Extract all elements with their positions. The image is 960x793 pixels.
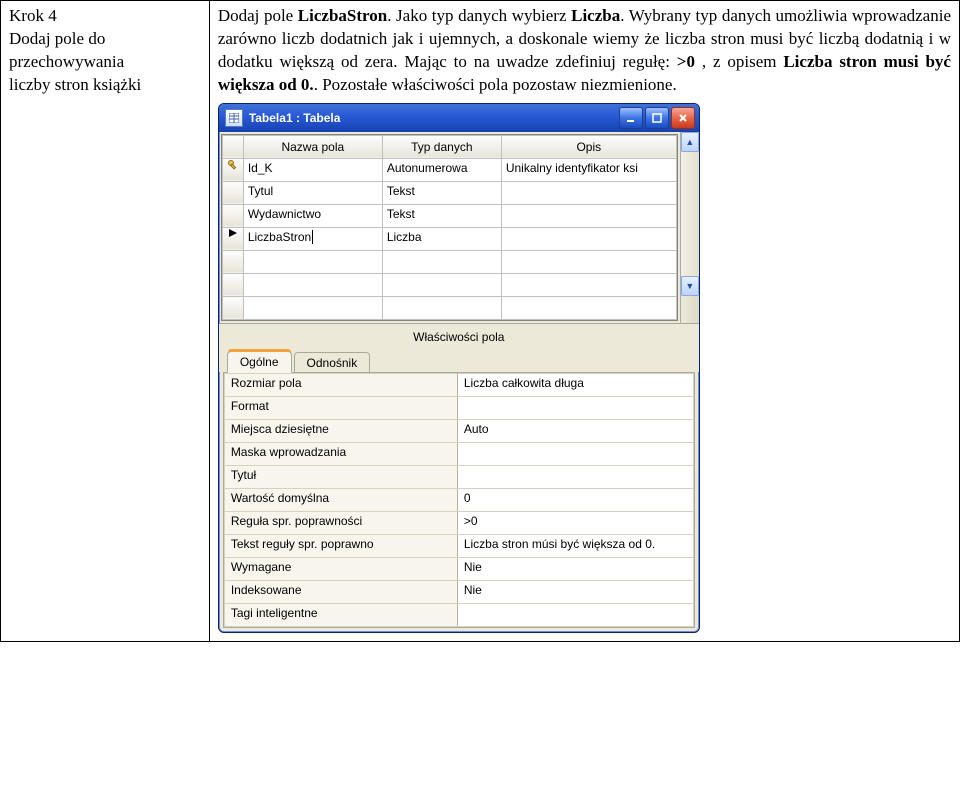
- window-title: Tabela1 : Tabela: [249, 111, 619, 125]
- instruction-paragraph: Dodaj pole LiczbaStron. Jako typ danych …: [218, 5, 951, 97]
- field-name-cell[interactable]: Wydawnictwo: [243, 204, 382, 227]
- field-type-cell[interactable]: Liczba: [382, 227, 501, 250]
- row-selector[interactable]: [222, 273, 243, 296]
- field-name-cell[interactable]: [243, 250, 382, 273]
- row-selector[interactable]: [222, 204, 243, 227]
- field-design-grid[interactable]: Nazwa pola Typ danych Opis Id_KAutonumer…: [222, 135, 677, 320]
- field-type-cell[interactable]: Tekst: [382, 181, 501, 204]
- property-label: Indeksowane: [224, 580, 457, 603]
- property-label: Tekst reguły spr. poprawno: [224, 534, 457, 557]
- step-line-2: Dodaj pole do: [9, 28, 201, 51]
- field-desc-cell[interactable]: [501, 250, 676, 273]
- field-desc-cell[interactable]: Unikalny identyfikator ksi: [501, 158, 676, 181]
- vertical-scrollbar[interactable]: ▲ ▼: [680, 132, 699, 323]
- col-header-desc[interactable]: Opis: [501, 135, 676, 158]
- table-icon: [225, 109, 243, 127]
- step-number: Krok 4: [9, 5, 201, 28]
- field-name-cell[interactable]: Tytul: [243, 181, 382, 204]
- minimize-button[interactable]: [619, 107, 643, 129]
- field-type-cell[interactable]: [382, 250, 501, 273]
- step-line-4: liczby stron książki: [9, 74, 201, 97]
- field-desc-cell[interactable]: [501, 181, 676, 204]
- property-label: Tytuł: [224, 465, 457, 488]
- property-value[interactable]: Auto: [457, 419, 693, 442]
- field-type-cell[interactable]: [382, 273, 501, 296]
- desc-part: . Pozostałe właściwości pola pozostaw ni…: [314, 75, 677, 94]
- col-header-name[interactable]: Nazwa pola: [243, 135, 382, 158]
- property-value[interactable]: [457, 442, 693, 465]
- property-label: Tagi inteligentne: [224, 603, 457, 626]
- desc-part: , z opisem: [695, 52, 783, 71]
- scroll-up-button[interactable]: ▲: [681, 132, 699, 152]
- access-table-design-window: Tabela1 : Tabela Nazwa pola Typ: [218, 103, 700, 633]
- desc-part: Dodaj pole: [218, 6, 298, 25]
- field-desc-cell[interactable]: [501, 273, 676, 296]
- property-label: Format: [224, 396, 457, 419]
- property-label: Maska wprowadzania: [224, 442, 457, 465]
- desc-bold-rule: >0: [677, 52, 695, 71]
- row-selector[interactable]: [222, 296, 243, 319]
- field-name-cell[interactable]: [243, 273, 382, 296]
- property-label: Reguła spr. poprawności: [224, 511, 457, 534]
- field-type-cell[interactable]: Autonumerowa: [382, 158, 501, 181]
- property-value[interactable]: 0: [457, 488, 693, 511]
- field-desc-cell[interactable]: [501, 227, 676, 250]
- window-titlebar[interactable]: Tabela1 : Tabela: [219, 104, 699, 132]
- field-desc-cell[interactable]: [501, 204, 676, 227]
- tab-general[interactable]: Ogólne: [227, 351, 292, 373]
- field-properties-header: Właściwości pola: [219, 323, 699, 348]
- field-type-cell[interactable]: Tekst: [382, 204, 501, 227]
- col-header-type[interactable]: Typ danych: [382, 135, 501, 158]
- desc-bold-fieldname: LiczbaStron: [298, 6, 387, 25]
- field-properties-pane: Rozmiar polaLiczba całkowita długaFormat…: [223, 372, 695, 628]
- row-selector[interactable]: [222, 158, 243, 181]
- property-label: Rozmiar pola: [224, 373, 457, 396]
- property-value[interactable]: Nie: [457, 557, 693, 580]
- row-selector[interactable]: [222, 181, 243, 204]
- property-value[interactable]: [457, 396, 693, 419]
- property-label: Wartość domyślna: [224, 488, 457, 511]
- desc-part: . Jako typ danych wybierz: [387, 6, 571, 25]
- step-line-3: przechowywania: [9, 51, 201, 74]
- scroll-down-button[interactable]: ▼: [681, 276, 699, 296]
- property-value[interactable]: Liczba stron músi być większa od 0.: [457, 534, 693, 557]
- field-name-cell[interactable]: [243, 296, 382, 319]
- property-value[interactable]: Nie: [457, 580, 693, 603]
- property-value[interactable]: Liczba całkowita długa: [457, 373, 693, 396]
- row-selector[interactable]: [222, 250, 243, 273]
- property-label: Miejsca dziesiętne: [224, 419, 457, 442]
- row-selector[interactable]: [222, 227, 243, 250]
- desc-bold-type: Liczba: [571, 6, 620, 25]
- close-button[interactable]: [671, 107, 695, 129]
- field-name-cell[interactable]: LiczbaStron: [243, 227, 382, 250]
- tab-lookup[interactable]: Odnośnik: [294, 352, 371, 373]
- property-label: Wymagane: [224, 557, 457, 580]
- field-type-cell[interactable]: [382, 296, 501, 319]
- property-value[interactable]: [457, 465, 693, 488]
- field-desc-cell[interactable]: [501, 296, 676, 319]
- property-value[interactable]: [457, 603, 693, 626]
- property-value[interactable]: >0: [457, 511, 693, 534]
- maximize-button[interactable]: [645, 107, 669, 129]
- field-name-cell[interactable]: Id_K: [243, 158, 382, 181]
- corner-header[interactable]: [222, 135, 243, 158]
